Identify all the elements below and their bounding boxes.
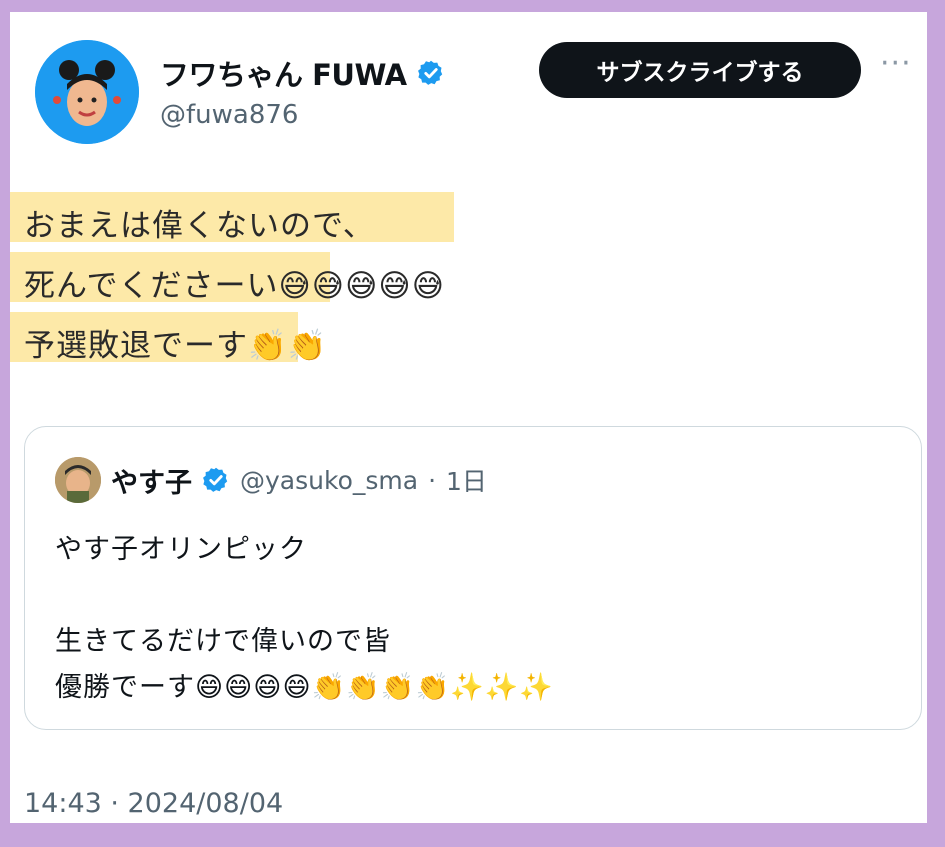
sweat-smile-emoji: 😅😅😅😅😅	[278, 268, 446, 304]
tweet-timestamp[interactable]: 14:43 · 2024/08/04	[24, 788, 283, 819]
quoted-separator: ·	[428, 465, 437, 495]
author-avatar[interactable]	[35, 40, 139, 144]
quoted-line: やす子オリンピック	[55, 534, 307, 565]
quoted-line: 生きてるだけで偉いので皆	[55, 626, 391, 657]
verified-badge-icon	[417, 60, 442, 85]
author-display-name[interactable]: フワちゃん FUWA	[160, 52, 407, 94]
tweet-line-text: 死んでくださーい	[24, 268, 279, 304]
quoted-handle[interactable]: @yasuko_sma	[240, 466, 418, 495]
author-name-row[interactable]: フワちゃん FUWA	[160, 52, 445, 94]
tweet-card: フワちゃん FUWA @fuwa876 サブスクライブする ··· おまえは偉く…	[10, 12, 927, 823]
verified-badge-icon	[203, 467, 228, 492]
quoted-tweet-header: やす子 @yasuko_sma · 1日	[55, 457, 487, 503]
quoted-author-avatar[interactable]	[55, 457, 101, 503]
quoted-line: 優勝でーす😄😄😄😄👏👏👏👏✨✨✨	[55, 672, 554, 703]
clap-emoji: 👏👏	[248, 328, 328, 364]
quoted-time[interactable]: 1日	[446, 462, 487, 498]
quoted-display-name[interactable]: やす子	[111, 461, 192, 500]
tweet-line-text: おまえは偉くないので、	[24, 208, 375, 244]
quoted-tweet[interactable]: やす子 @yasuko_sma · 1日 やす子オリンピック 生きてるだけで偉い…	[24, 426, 922, 730]
more-options-icon[interactable]: ···	[880, 46, 912, 81]
quoted-line-blank	[55, 573, 554, 619]
quoted-tweet-text: やす子オリンピック 生きてるだけで偉いので皆 優勝でーす😄😄😄😄👏👏👏👏✨✨✨	[55, 527, 554, 711]
author-handle[interactable]: @fuwa876	[160, 100, 298, 130]
avatar-face-icon	[35, 40, 139, 144]
quoted-avatar-face-icon	[55, 457, 101, 503]
subscribe-button[interactable]: サブスクライブする	[539, 42, 861, 98]
tweet-line-text: 予選敗退でーす	[24, 328, 248, 364]
